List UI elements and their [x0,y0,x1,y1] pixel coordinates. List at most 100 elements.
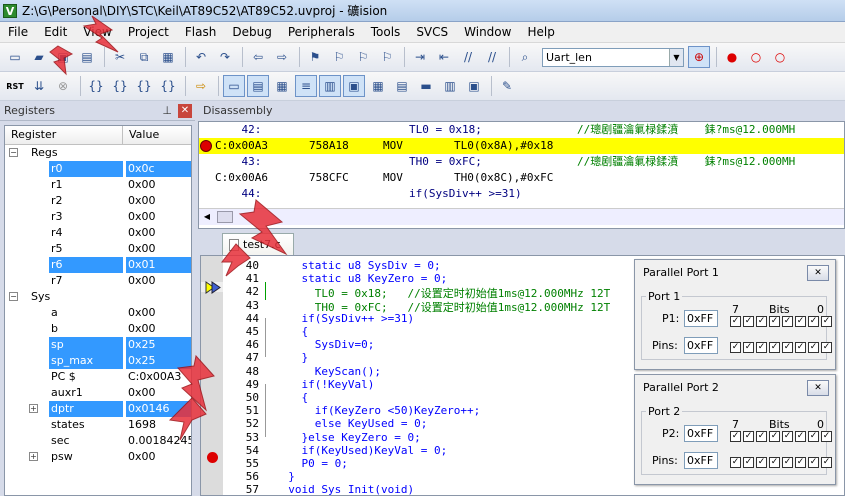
column-value[interactable]: Value [123,126,159,144]
bit-checkbox[interactable]: ✓ [821,457,832,468]
code-line[interactable]: else KeyUsed = 0; [275,417,428,430]
register-row[interactable]: sec 0.00184245 [5,433,191,449]
register-value[interactable]: 0x00 [126,177,191,193]
paste-icon[interactable]: ▦ [157,46,179,68]
disassembly-line[interactable]: 43: TH0 = 0xFC; //璁剧疆瀹氭椂鍒濆 銇?ms@12.000MH [199,154,844,170]
code-line[interactable]: static u8 KeyZero = 0; [275,272,447,285]
bit-checkbox[interactable]: ✓ [756,431,767,442]
bit-checkbox[interactable]: ✓ [808,316,819,327]
step-over-icon[interactable]: {} [109,75,131,97]
step-out-icon[interactable]: {} [133,75,155,97]
register-row[interactable]: sp 0x25 [5,337,191,353]
bit-checkbox[interactable]: ✓ [808,431,819,442]
uncomment-icon[interactable]: // [481,46,503,68]
stop-icon[interactable]: ⊗ [52,75,74,97]
menu-view[interactable]: View [75,22,119,43]
zoom-search-icon[interactable]: ⊕ [688,46,710,68]
bit-checkbox[interactable]: ✓ [782,342,793,353]
bit-checkbox[interactable]: ✓ [795,431,806,442]
register-value[interactable]: 0x25 [126,353,191,369]
menu-flash[interactable]: Flash [177,22,224,43]
bit-checkbox[interactable]: ✓ [808,457,819,468]
code-line[interactable]: SysDiv=0; [275,338,375,351]
menu-edit[interactable]: Edit [36,22,75,43]
disassembly-line[interactable]: 42: TL0 = 0x18; //璁剧疆瀹氭椂鍒濆 銇?ms@12.000MH [199,122,844,138]
close-icon[interactable]: ✕ [807,380,829,396]
register-value[interactable]: 0.00184245 [126,433,191,449]
p1-input[interactable]: 0xFF [684,310,718,327]
bit-checkbox[interactable]: ✓ [730,431,741,442]
memory-window-icon[interactable]: ▦ [367,75,389,97]
register-row[interactable]: r6 0x01 [5,257,191,273]
register-row[interactable]: r5 0x00 [5,241,191,257]
bit-checkbox[interactable]: ✓ [730,457,741,468]
register-row[interactable]: r4 0x00 [5,225,191,241]
register-row[interactable]: r0 0x0c [5,161,191,177]
register-value[interactable]: 0x25 [126,337,191,353]
disassembly-line[interactable]: C:0x00A6 758CFC MOV TH0(0x8C),#0xFC [199,170,844,186]
register-row[interactable]: PC $ C:0x00A3 [5,369,191,385]
register-value[interactable]: 0x00 [126,209,191,225]
code-line[interactable]: if(SysDiv++ >=31) [275,312,414,325]
chevron-down-icon[interactable]: ▼ [669,48,683,66]
register-row[interactable]: r3 0x00 [5,209,191,225]
p2-pins-input[interactable]: 0xFF [684,452,718,469]
code-line[interactable]: KeyScan(); [275,365,381,378]
call-stack-window-icon[interactable]: ▥ [319,75,341,97]
collapse-icon[interactable]: − [9,148,18,157]
bookmark-icon[interactable]: ⚑ [304,46,326,68]
register-value[interactable]: 0x00 [126,305,191,321]
cut-icon[interactable]: ✂ [109,46,131,68]
register-row[interactable]: b 0x00 [5,321,191,337]
menu-svcs[interactable]: SVCS [408,22,456,43]
breakpoint-icon[interactable]: ● [721,46,743,68]
bit-checkbox[interactable]: ✓ [795,316,806,327]
bit-checkbox[interactable]: ✓ [756,342,767,353]
symbols-window-icon[interactable]: ▦ [271,75,293,97]
bit-checkbox[interactable]: ✓ [743,457,754,468]
copy-icon[interactable]: ⧉ [133,46,155,68]
disable-breakpoint-icon[interactable]: ○ [745,46,767,68]
code-line[interactable]: if(KeyZero <50)KeyZero++; [275,404,481,417]
register-value[interactable]: C:0x00A3 [126,369,191,385]
bit-checkbox[interactable]: ✓ [821,316,832,327]
register-value[interactable]: 0x00 [126,449,191,465]
trace-window-icon[interactable]: ▥ [439,75,461,97]
scroll-thumb[interactable] [217,211,233,223]
prev-bookmark-icon[interactable]: ⚐ [328,46,350,68]
bit-checkbox[interactable]: ✓ [743,316,754,327]
bit-checkbox[interactable]: ✓ [769,342,780,353]
close-icon[interactable]: ✕ [178,103,192,118]
register-value[interactable]: 0x00 [126,385,191,401]
register-row[interactable]: + psw 0x00 [5,449,191,465]
register-value[interactable]: 0x0c [126,161,191,177]
register-row[interactable]: a 0x00 [5,305,191,321]
open-folder-icon[interactable]: ▰ [28,46,50,68]
code-line[interactable]: { [275,391,308,404]
save-all-icon[interactable]: ▤ [76,46,98,68]
show-next-statement-icon[interactable]: ⇨ [190,75,212,97]
fold-marker[interactable] [265,317,266,358]
register-value[interactable]: 0x00 [126,225,191,241]
bit-checkbox[interactable]: ✓ [782,457,793,468]
register-row[interactable]: sp_max 0x25 [5,353,191,369]
toolbox-icon[interactable]: ✎ [496,75,518,97]
bit-checkbox[interactable]: ✓ [795,342,806,353]
serial-window-icon[interactable]: ▤ [391,75,413,97]
menu-debug[interactable]: Debug [224,22,279,43]
bit-checkbox[interactable]: ✓ [808,342,819,353]
navigate-forward-icon[interactable]: ⇨ [271,46,293,68]
bit-checkbox[interactable]: ✓ [821,342,832,353]
registers-window-icon[interactable]: ≡ [295,75,317,97]
navigate-back-icon[interactable]: ⇦ [247,46,269,68]
find-in-files-icon[interactable]: ⌕ [514,46,536,68]
register-value[interactable]: 0x00 [126,241,191,257]
p1-pins-input[interactable]: 0xFF [684,337,718,354]
register-row[interactable]: r1 0x00 [5,177,191,193]
bit-checkbox[interactable]: ✓ [730,342,741,353]
code-line[interactable]: if(KeyUsed)KeyVal = 0; [275,444,447,457]
run-to-cursor-icon[interactable]: {} [157,75,179,97]
system-viewer-icon[interactable]: ▣ [463,75,485,97]
command-window-icon[interactable]: ▭ [223,75,245,97]
register-value[interactable]: 0x00 [126,193,191,209]
